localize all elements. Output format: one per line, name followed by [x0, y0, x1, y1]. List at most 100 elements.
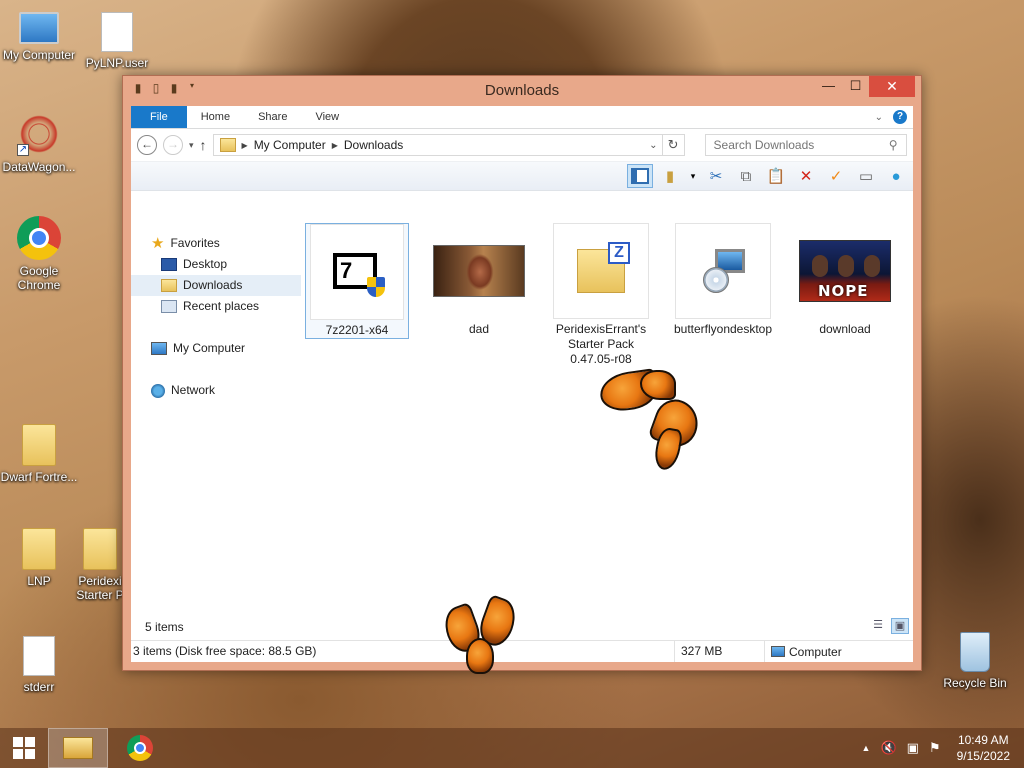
desktop-icon-label: PyLNP.user: [85, 56, 149, 70]
breadcrumb-separator-icon[interactable]: ▶: [332, 141, 338, 150]
nav-network[interactable]: Network: [131, 380, 301, 401]
nav-downloads[interactable]: Downloads: [131, 275, 301, 296]
thumbnail: 7: [310, 224, 404, 320]
search-icon[interactable]: ⚲: [889, 138, 898, 152]
cut-button[interactable]: ✂: [703, 164, 729, 188]
desktop-icon-label: Peridexi Starter P: [76, 574, 124, 602]
image-thumbnail: [433, 245, 525, 297]
title-bar[interactable]: ▮ ▯ ▮ ▾ Downloads — ☐ ✕: [123, 76, 921, 104]
thumbnail: [675, 223, 771, 319]
tab-file[interactable]: File: [131, 106, 187, 128]
recycle-bin-icon: [960, 632, 990, 672]
image-thumbnail: NOPE: [799, 240, 891, 302]
show-hidden-icons-icon[interactable]: ▲: [862, 743, 871, 753]
tab-home[interactable]: Home: [187, 106, 244, 128]
maximize-button[interactable]: ☐: [842, 76, 869, 97]
setup-icon: [699, 247, 747, 295]
chrome-icon: [17, 216, 61, 260]
close-button[interactable]: ✕: [869, 76, 915, 97]
shortcut-arrow-icon: ↗: [17, 144, 29, 156]
select-button[interactable]: ▭: [853, 164, 879, 188]
address-bar-row: ← → ▾ ↑ ▶ My Computer ▶ Downloads ⌄ ↻ ⚲: [131, 129, 913, 161]
network-icon[interactable]: ▣: [907, 740, 919, 756]
breadcrumb-downloads[interactable]: Downloads: [344, 138, 403, 152]
desktop-icon-dwarf-fortress[interactable]: Dwarf Fortre...: [0, 424, 78, 484]
selection-size: 327 MB: [675, 641, 765, 662]
desktop-icon-label: My Computer: [2, 48, 76, 62]
copy-button[interactable]: ⧉: [733, 164, 759, 188]
file-item-starter-pack[interactable]: Z PeridexisErrant's Starter Pack 0.47.05…: [549, 223, 653, 367]
butterfly-sprite[interactable]: [597, 368, 705, 474]
desktop-icon: [161, 258, 177, 271]
delete-button[interactable]: ✕: [793, 164, 819, 188]
expand-ribbon-icon[interactable]: ⌄: [875, 112, 883, 123]
desktop-icon-recycle-bin[interactable]: Recycle Bin: [936, 632, 1014, 690]
taskbar-chrome[interactable]: [110, 728, 170, 768]
start-button[interactable]: [0, 728, 48, 768]
action-center-icon[interactable]: ⚑: [929, 740, 941, 756]
desktop-icon-datawagon[interactable]: ↗ DataWagon...: [0, 112, 78, 174]
globe-button[interactable]: ●: [883, 164, 909, 188]
paste-button[interactable]: 📋: [763, 164, 789, 188]
search-box[interactable]: ⚲: [704, 134, 907, 156]
file-explorer-icon: [63, 737, 93, 759]
rename-button[interactable]: ✓: [823, 164, 849, 188]
command-toolbar: ▮ ▾ ✂ ⧉ 📋 ✕ ✓ ▭ ●: [131, 161, 913, 191]
clock[interactable]: 10:49 AM 9/15/2022: [951, 732, 1010, 764]
desktop-icon-pylnp-user[interactable]: PyLNP.user: [78, 12, 156, 70]
tab-view[interactable]: View: [301, 106, 353, 128]
7zip-installer-icon: 7: [325, 247, 389, 297]
nav-favorites[interactable]: ★ Favorites: [131, 233, 301, 254]
desktop-icon-my-computer[interactable]: My Computer: [0, 12, 78, 62]
breadcrumb-my-computer[interactable]: My Computer: [254, 138, 326, 152]
desktop-icon-label: LNP: [27, 574, 51, 588]
refresh-button[interactable]: ↻: [662, 134, 685, 156]
recent-locations-icon[interactable]: ▾: [189, 140, 194, 151]
nav-desktop[interactable]: Desktop: [131, 254, 301, 275]
back-button[interactable]: ←: [137, 135, 157, 155]
downloads-icon: [161, 279, 177, 292]
file-item-download[interactable]: NOPE download: [793, 223, 897, 337]
nav-label: Favorites: [170, 236, 220, 250]
file-item-7z2201-x64[interactable]: 7 7z2201-x64: [305, 223, 409, 339]
address-bar[interactable]: ▶ My Computer ▶ Downloads ⌄: [212, 134, 663, 156]
desktop-icon-stderr[interactable]: stderr: [0, 636, 78, 694]
tab-share[interactable]: Share: [244, 106, 301, 128]
downloads-folder-icon: [219, 138, 236, 152]
taskbar-file-explorer[interactable]: [48, 728, 108, 768]
help-icon[interactable]: ?: [893, 110, 907, 124]
star-icon: ★: [151, 235, 165, 252]
large-icons-view-icon[interactable]: ▣: [891, 618, 909, 634]
chrome-icon: [127, 735, 153, 761]
desktop-icon-peridexis[interactable]: Peridexi Starter P: [70, 528, 130, 602]
details-view-icon[interactable]: ☰: [869, 618, 887, 634]
preview-pane-button[interactable]: [627, 164, 653, 188]
forward-button[interactable]: →: [163, 135, 183, 155]
volume-muted-icon[interactable]: 🔇: [880, 740, 896, 756]
selection-details: 3 items (Disk free space: 88.5 GB): [131, 641, 675, 662]
butterfly-sprite[interactable]: [439, 593, 522, 678]
thumbnail-text: NOPE: [818, 282, 869, 300]
search-input[interactable]: [713, 138, 874, 152]
nav-label: Recent places: [183, 299, 260, 313]
file-icon: [23, 636, 55, 676]
nav-my-computer[interactable]: My Computer: [131, 338, 301, 359]
desktop-icon-chrome[interactable]: Google Chrome: [0, 216, 78, 292]
window-title: Downloads: [484, 82, 560, 99]
file-item-butterflyondesktop[interactable]: butterflyondesktop: [671, 223, 775, 337]
desktop-icon-lnp[interactable]: LNP: [0, 528, 78, 588]
up-button[interactable]: ↑: [200, 137, 207, 153]
properties-button[interactable]: ▮: [657, 164, 683, 188]
zip-folder-icon: [83, 528, 117, 570]
datawagon-icon: ↗: [17, 112, 61, 156]
more-options-button[interactable]: ▾: [687, 164, 699, 188]
folder-icon: [22, 424, 56, 466]
nav-recent-places[interactable]: Recent places: [131, 296, 301, 317]
file-name: dad: [468, 322, 490, 336]
file-item-dad[interactable]: dad: [427, 223, 531, 337]
address-dropdown-icon[interactable]: ⌄: [649, 140, 657, 151]
desktop-icon-label: Recycle Bin: [943, 676, 1007, 690]
breadcrumb-separator-icon[interactable]: ▶: [242, 141, 248, 150]
recent-places-icon: [161, 300, 177, 313]
minimize-button[interactable]: —: [815, 76, 842, 97]
